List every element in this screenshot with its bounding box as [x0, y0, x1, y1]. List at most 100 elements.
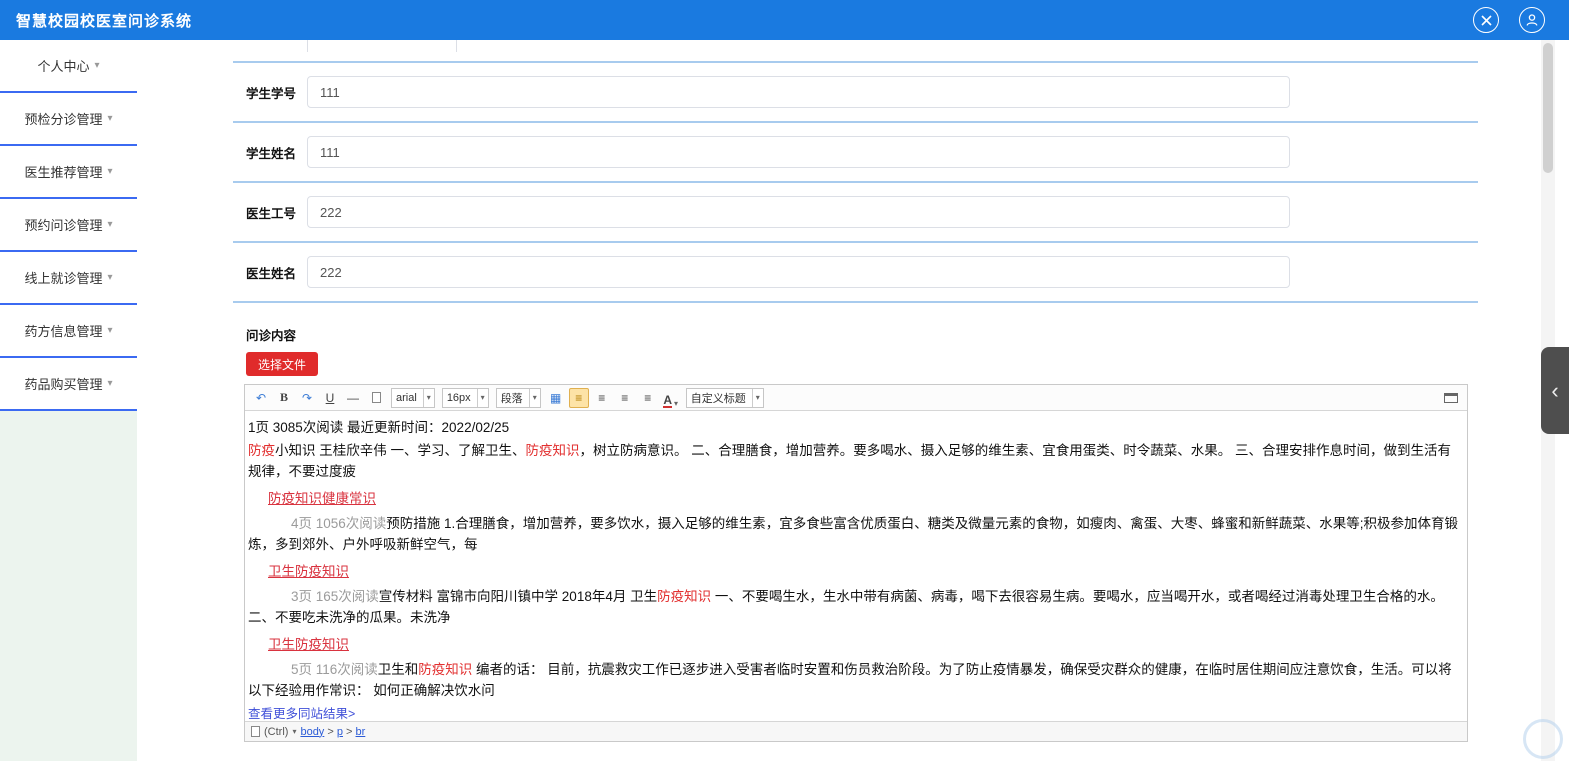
sidebar-footer: [0, 411, 137, 761]
student-number-input[interactable]: [307, 76, 1290, 108]
result-link[interactable]: 防疫知识健康常识: [268, 491, 376, 506]
sidebar-item[interactable]: 预检分诊管理 ▾: [0, 93, 137, 146]
underline-button[interactable]: U: [320, 388, 340, 408]
partial-input[interactable]: [307, 40, 457, 52]
text-segment: 4页 1056次阅读: [291, 516, 387, 531]
redo-icon[interactable]: ↷: [297, 388, 317, 408]
font-size-value: 16px: [446, 391, 471, 404]
paste-icon[interactable]: [251, 726, 260, 737]
chevron-down-icon: ▾: [751, 388, 763, 407]
font-color-button[interactable]: A ▾: [661, 388, 681, 408]
doctor-name-input[interactable]: [307, 256, 1290, 288]
text-segment: 1页 3085次阅读 最近更新时间：2022/02/25: [248, 420, 510, 435]
fullscreen-icon[interactable]: [1441, 388, 1461, 408]
chevron-down-icon: ▾: [107, 113, 113, 124]
choose-file-button[interactable]: 选择文件: [246, 352, 319, 376]
watermark-circle: [1523, 719, 1563, 759]
editor-paragraph: 1页 3085次阅读 最近更新时间：2022/02/25: [248, 417, 1464, 438]
chevron-down-icon: ▾: [107, 166, 113, 177]
text-segment: 防疫: [248, 443, 275, 458]
editor-paragraph: 4页 1056次阅读预防措施 1.合理膳食，增加营养，要多饮水，摄入足够的维生素…: [248, 513, 1464, 555]
chevron-down-icon: ▾: [476, 388, 488, 407]
sidebar: 个人中心 ▾ 预检分诊管理 ▾ 医生推荐管理 ▾ 预约问诊管理 ▾ 线上就诊管理 ▾ 药方信息管理 ▾…: [0, 40, 137, 761]
sidebar-item[interactable]: 预约问诊管理 ▾: [0, 199, 137, 252]
align-justify-icon[interactable]: ≡: [638, 388, 658, 408]
editor-content[interactable]: 1页 3085次阅读 最近更新时间：2022/02/25 防疫小知识 王桂欣辛伟 …: [245, 411, 1467, 721]
sidebar-item[interactable]: 个人中心 ▾: [0, 40, 137, 93]
font-color-letter: A: [663, 392, 673, 408]
text-segment: 小知识 王桂欣辛伟 一、学习、了解卫生、: [275, 443, 526, 458]
doctor-name-label: 医生姓名: [246, 266, 297, 281]
bold-button[interactable]: B: [274, 388, 294, 408]
align-center-icon[interactable]: ≡: [592, 388, 612, 408]
align-right-icon[interactable]: ≡: [615, 388, 635, 408]
sidebar-item-label: 预检分诊管理: [24, 112, 103, 127]
editor-toolbar: ↶ B ↷ U — arial ▾ 16px ▾ 段落 ▾ ▦ ≡ ≡ ≡ ≡ …: [245, 385, 1467, 411]
user-icon[interactable]: [1519, 7, 1545, 33]
text-segment: 3页 165次阅读: [291, 589, 379, 604]
chevron-down-icon: ▾: [107, 325, 113, 336]
editor-statusbar: (Ctrl) ▾ body > p > br: [245, 721, 1467, 741]
doctor-number-row: 医生工号: [217, 183, 1541, 241]
document-icon[interactable]: [366, 388, 386, 408]
path-separator: >: [342, 725, 356, 738]
table-icon[interactable]: ▦: [546, 388, 566, 408]
student-number-row: 学生学号: [217, 63, 1541, 121]
font-size-select[interactable]: 16px ▾: [441, 387, 489, 408]
result-link[interactable]: 卫生防疫知识: [268, 637, 349, 652]
close-icon[interactable]: [1473, 7, 1499, 33]
topbar: 智慧校园校医室问诊系统: [0, 0, 1569, 40]
doctor-number-label: 医生工号: [246, 206, 297, 221]
chevron-down-icon: ▾: [528, 388, 540, 407]
doctor-number-input[interactable]: [307, 196, 1290, 228]
result-link[interactable]: 卫生防疫知识: [268, 564, 349, 579]
topbar-icons: [1473, 7, 1545, 33]
sidebar-item[interactable]: 线上就诊管理 ▾: [0, 252, 137, 305]
chevron-down-icon: ▾: [674, 398, 679, 408]
text-segment: 5页 116次阅读: [291, 662, 378, 677]
chevron-down-icon: ▾: [107, 378, 113, 389]
path-separator: >: [324, 725, 337, 738]
font-family-select[interactable]: arial ▾: [391, 387, 435, 408]
text-segment: 防疫知识: [525, 443, 580, 458]
chevron-down-icon: ▾: [107, 272, 113, 283]
student-name-row: 学生姓名: [217, 123, 1541, 181]
row-divider: [233, 301, 1478, 303]
chevron-down-icon: ▾: [422, 388, 434, 407]
sidebar-item[interactable]: 药品购买管理 ▾: [0, 358, 137, 411]
doctor-name-row: 医生姓名: [217, 243, 1541, 301]
chevron-down-icon: ▾: [94, 60, 100, 71]
align-left-icon[interactable]: ≡: [568, 387, 589, 408]
editor-paragraph: 3页 165次阅读宣传材料 富锦市向阳川镇中学 2018年4月 卫生防疫知识 一…: [248, 586, 1464, 628]
sidebar-item-label: 医生推荐管理: [24, 165, 103, 180]
element-path-link[interactable]: body: [300, 726, 324, 738]
sidebar-item-label: 线上就诊管理: [24, 271, 103, 286]
strikethrough-button[interactable]: —: [343, 388, 363, 408]
undo-icon[interactable]: ↶: [251, 388, 271, 408]
chevron-left-icon: ‹: [1551, 377, 1559, 403]
student-number-label: 学生学号: [246, 86, 297, 101]
paragraph-select[interactable]: 段落 ▾: [495, 387, 541, 408]
sidebar-item[interactable]: 医生推荐管理 ▾: [0, 146, 137, 199]
form-card: 学生学号 学生姓名 医生工号 医生姓名 问诊内容 选择文件: [217, 40, 1541, 761]
scrollbar-thumb[interactable]: [1543, 43, 1553, 173]
custom-title-select[interactable]: 自定义标题 ▾: [685, 387, 764, 408]
editor-paragraph: 查看更多同站结果>: [248, 703, 1464, 721]
more-results-link[interactable]: 查看更多同站结果>: [248, 707, 355, 721]
content-label: 问诊内容: [246, 329, 297, 343]
partial-field-row: [217, 40, 1541, 52]
element-path-link[interactable]: br: [356, 726, 366, 738]
chevron-down-icon: ▾: [292, 727, 297, 736]
sidebar-item-label: 药品购买管理: [24, 377, 103, 392]
sidebar-item[interactable]: 药方信息管理 ▾: [0, 305, 137, 358]
app-title: 智慧校园校医室问诊系统: [16, 12, 193, 30]
sidebar-menu: 个人中心 ▾ 预检分诊管理 ▾ 医生推荐管理 ▾ 预约问诊管理 ▾ 线上就诊管理 ▾ 药方信息管理 ▾…: [0, 40, 137, 411]
editor-paragraph: 防疫知识健康常识: [248, 488, 1464, 509]
font-family-value: arial: [396, 391, 417, 404]
editor-paragraph: 卫生防疫知识: [248, 634, 1464, 655]
sidebar-item-label: 个人中心: [37, 59, 90, 74]
side-panel-toggle[interactable]: ‹: [1541, 347, 1569, 434]
text-segment: 卫生和: [377, 662, 419, 677]
main-content: 学生学号 学生姓名 医生工号 医生姓名 问诊内容 选择文件: [137, 40, 1569, 761]
student-name-input[interactable]: [307, 136, 1290, 168]
